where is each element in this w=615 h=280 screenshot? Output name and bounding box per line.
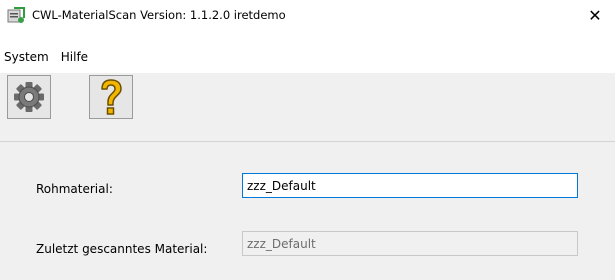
window-title: CWL-MaterialScan Version: 1.1.2.0 iretde… bbox=[32, 8, 286, 22]
last-scanned-field bbox=[242, 231, 578, 256]
menu-item-system[interactable]: System bbox=[0, 50, 55, 64]
question-mark-icon bbox=[101, 79, 122, 115]
close-icon: ✕ bbox=[588, 5, 602, 25]
toolbar bbox=[0, 73, 615, 141]
rohmaterial-label: Rohmaterial: bbox=[36, 182, 113, 196]
main-panel: Rohmaterial: Zuletzt gescanntes Material… bbox=[0, 142, 615, 280]
menu-item-hilfe[interactable]: Hilfe bbox=[55, 50, 94, 64]
last-scanned-label: Zuletzt gescanntes Material: bbox=[36, 242, 208, 256]
title-bar: CWL-MaterialScan Version: 1.1.2.0 iretde… bbox=[0, 0, 615, 30]
menu-bar: System Hilfe bbox=[0, 47, 615, 67]
close-button[interactable]: ✕ bbox=[575, 0, 615, 30]
rohmaterial-input[interactable] bbox=[242, 173, 578, 198]
settings-button[interactable] bbox=[7, 75, 51, 119]
app-icon bbox=[7, 7, 25, 23]
gear-icon bbox=[14, 82, 44, 112]
help-button[interactable] bbox=[89, 75, 133, 119]
